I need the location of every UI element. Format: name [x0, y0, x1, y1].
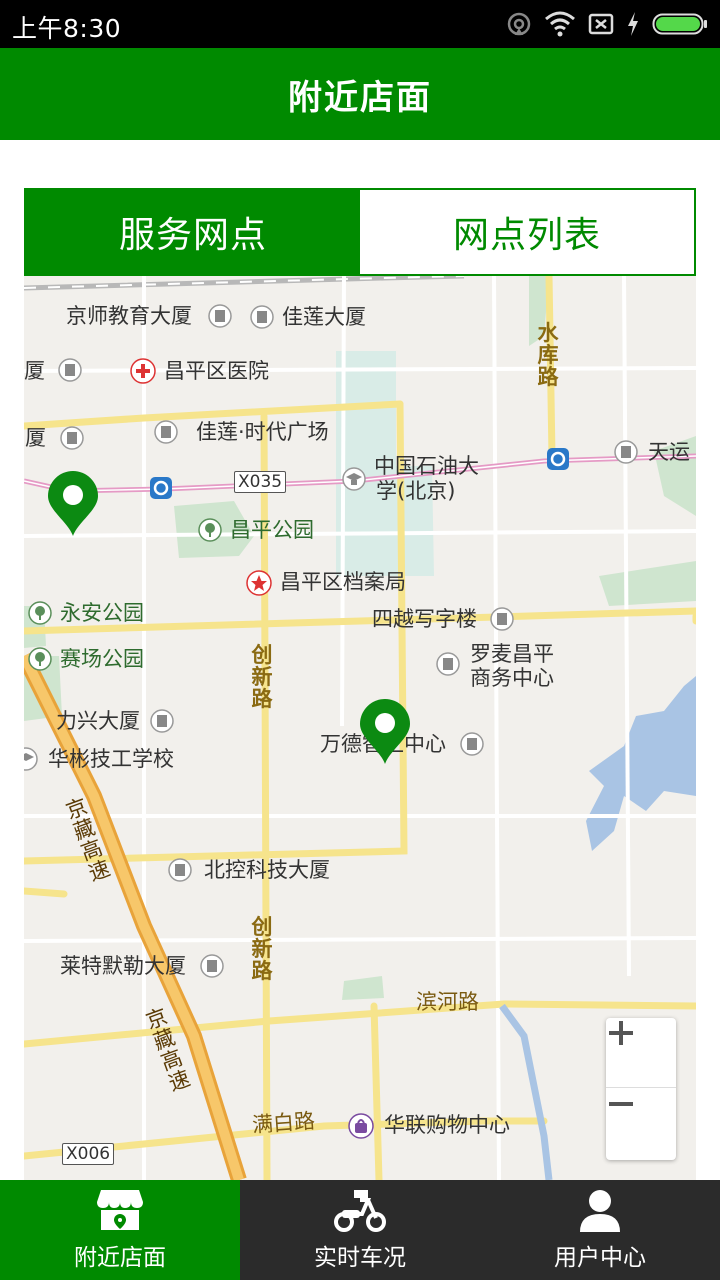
nav-label: 实时车况 — [314, 1245, 406, 1271]
bottom-nav: 附近店面 实时车况 用户中心 — [0, 1180, 720, 1280]
status-bar: 上午8:30 — [0, 0, 720, 48]
road-manbai: 满白路 — [251, 1108, 316, 1138]
building-icon — [436, 652, 460, 676]
building-icon — [58, 358, 82, 382]
poi-huabin[interactable]: 华彬技工学校 — [48, 747, 174, 771]
park-icon — [198, 518, 222, 542]
building-icon — [490, 607, 514, 631]
poi-park[interactable]: 昌平公园 — [230, 518, 314, 542]
government-icon — [246, 570, 272, 596]
plus-icon — [609, 1021, 633, 1045]
store-icon — [97, 1190, 143, 1230]
user-icon — [580, 1190, 620, 1232]
poi-luomai-line2[interactable]: 商务中心 — [470, 666, 554, 690]
scooter-icon — [334, 1190, 386, 1232]
status-icons — [506, 10, 708, 38]
school-icon — [24, 747, 38, 771]
park-icon — [28, 647, 52, 671]
zoom-control — [606, 1018, 676, 1160]
poi-tianyun[interactable]: 天运 — [648, 440, 690, 464]
building-icon — [250, 305, 274, 329]
poi-jingshi[interactable]: 京师教育大厦 — [66, 304, 192, 328]
page-title: 附近店面 — [288, 78, 432, 118]
zoom-in-button[interactable] — [606, 1018, 676, 1088]
no-sim-icon — [588, 13, 614, 35]
battery-icon — [652, 13, 707, 35]
building-icon — [614, 440, 638, 464]
charging-icon — [628, 12, 638, 36]
nav-realtime-status[interactable]: 实时车况 — [240, 1180, 480, 1280]
building-icon — [208, 304, 232, 328]
poi-siyue[interactable]: 四越写字楼 — [372, 607, 477, 631]
park-icon — [28, 601, 52, 625]
nav-label: 用户中心 — [554, 1245, 646, 1271]
store-marker-1[interactable] — [46, 470, 100, 538]
road-tag-x006: X006 — [62, 1143, 115, 1165]
minus-icon — [609, 1102, 633, 1106]
road-binhe: 滨河路 — [416, 990, 479, 1014]
poi-jialian-building[interactable]: 佳莲大厦 — [282, 305, 366, 329]
app-root: 上午8:30 附近店面 服务网点 网点列表 京师教育大厦 佳莲大厦 厦 昌平区医… — [0, 0, 720, 1280]
poi-yongan[interactable]: 永安公园 — [60, 601, 144, 625]
wifi-icon — [545, 11, 575, 37]
road-shuiku: 水库路 — [537, 321, 559, 389]
road-tag-x035: X035 — [234, 471, 287, 493]
app-header: 附近店面 — [0, 48, 720, 140]
building-icon — [150, 709, 174, 733]
road-chuangxin-2: 创新路 — [251, 915, 273, 983]
building-icon — [460, 732, 484, 756]
poi-saichang[interactable]: 赛场公园 — [60, 647, 144, 671]
segmented-tabs: 服务网点 网点列表 — [24, 188, 696, 276]
nav-label: 附近店面 — [74, 1245, 166, 1271]
poi-xia-2[interactable]: 大厦 — [24, 426, 46, 450]
nav-nearby-stores[interactable]: 附近店面 — [0, 1180, 240, 1280]
poi-beikong[interactable]: 北控科技大厦 — [204, 858, 330, 882]
status-time: 上午8:30 — [12, 14, 122, 43]
poi-luomai-line1[interactable]: 罗麦昌平 — [470, 642, 554, 666]
tab-point-list[interactable]: 网点列表 — [360, 190, 694, 274]
building-icon — [60, 426, 84, 450]
poi-laite[interactable]: 莱特默勒大厦 — [60, 954, 186, 978]
metro-station-icon[interactable] — [149, 476, 173, 500]
map-view[interactable]: 京师教育大厦 佳莲大厦 厦 昌平区医院 大厦 佳莲·时代广场 中国石油大 学(北… — [24, 276, 696, 1180]
shopping-icon — [348, 1113, 374, 1139]
road-chuangxin-1: 创新路 — [251, 643, 273, 711]
poi-petroleum-line2[interactable]: 学(北京) — [376, 479, 455, 503]
building-icon — [200, 954, 224, 978]
tab-service-points[interactable]: 服务网点 — [26, 190, 360, 274]
poi-petroleum-line1[interactable]: 中国石油大 — [374, 454, 479, 478]
poi-lixing[interactable]: 力兴大厦 — [56, 709, 140, 733]
poi-jialian-plaza[interactable]: 佳莲·时代广场 — [196, 420, 329, 444]
school-icon — [342, 467, 366, 491]
hotspot-icon — [507, 12, 531, 36]
building-icon — [168, 858, 192, 882]
store-marker-2[interactable] — [358, 698, 412, 766]
nav-user-center[interactable]: 用户中心 — [480, 1180, 720, 1280]
building-icon — [154, 420, 178, 444]
poi-hospital[interactable]: 昌平区医院 — [164, 359, 269, 383]
hospital-icon — [130, 358, 156, 384]
poi-hualian[interactable]: 华联购物中心 — [384, 1113, 510, 1137]
metro-station-icon[interactable] — [546, 447, 570, 471]
poi-archives[interactable]: 昌平区档案局 — [280, 570, 406, 594]
zoom-out-button[interactable] — [606, 1089, 676, 1159]
poi-xia-1[interactable]: 厦 — [24, 359, 45, 383]
